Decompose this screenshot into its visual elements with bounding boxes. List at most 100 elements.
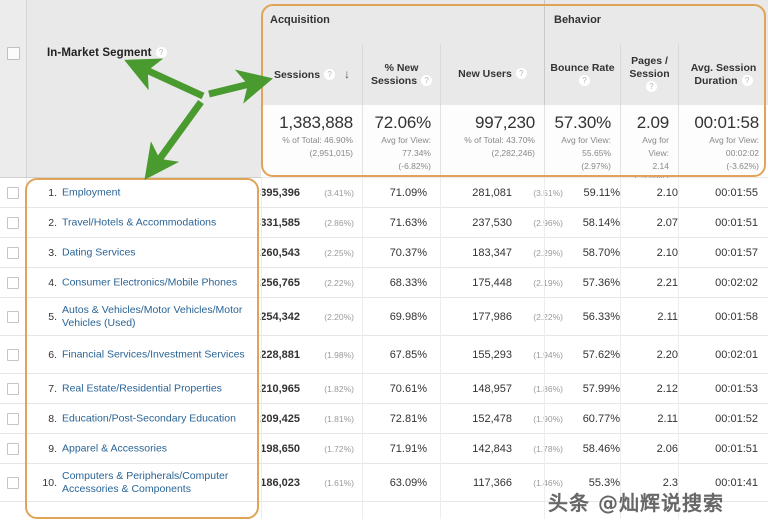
cell-pct-new-sessions: 71.91% xyxy=(389,442,427,455)
cell-new-users: 117,366 xyxy=(473,476,512,489)
row-select-checkbox[interactable] xyxy=(7,276,19,289)
row-select-checkbox[interactable] xyxy=(7,382,19,395)
cell-new-users-percent: (2.19%) xyxy=(533,277,563,288)
row-select-checkbox[interactable] xyxy=(7,476,19,489)
cell-pct-new-sessions: 69.98% xyxy=(389,310,427,323)
cell-sessions-percent: (2.20%) xyxy=(324,311,354,322)
row-select-checkbox[interactable] xyxy=(7,442,19,455)
column-separator xyxy=(620,178,621,519)
cell-new-users: 237,530 xyxy=(472,216,512,229)
cell-sessions: 186,023 xyxy=(260,476,300,489)
cell-new-users: 155,293 xyxy=(472,348,512,361)
cell-pages-session: 2.11 xyxy=(657,412,678,425)
cell-bounce-rate: 59.11% xyxy=(583,186,621,199)
cell-pages-session: 2.10 xyxy=(656,186,678,199)
cell-pct-new-sessions: 72.81% xyxy=(389,412,427,425)
cell-sessions: 209,425 xyxy=(260,412,300,425)
cell-new-users: 148,957 xyxy=(472,382,512,395)
cell-pct-new-sessions: 71.09% xyxy=(389,186,427,199)
cell-sessions-percent: (2.86%) xyxy=(324,217,354,228)
cell-new-users: 281,081 xyxy=(472,186,512,199)
cell-new-users: 142,843 xyxy=(472,442,512,455)
watermark: 头条 @灿辉说搜索 xyxy=(548,491,724,515)
callout-box-metrics-panel xyxy=(261,4,766,177)
cell-pct-new-sessions: 67.85% xyxy=(389,348,427,361)
row-checkbox-cell xyxy=(0,464,27,501)
cell-new-users-percent: (1.90%) xyxy=(533,413,563,424)
cell-pages-session: 2.07 xyxy=(656,216,678,229)
cell-new-users: 175,448 xyxy=(472,276,512,289)
cell-bounce-rate: 58.70% xyxy=(582,246,620,259)
cell-sessions: 395,396 xyxy=(260,186,300,199)
cell-sessions: 260,543 xyxy=(260,246,300,259)
cell-sessions-percent: (1.98%) xyxy=(324,349,354,360)
cell-sessions-percent: (3.41%) xyxy=(324,187,354,198)
dimension-column-header: In-Market Segment? xyxy=(47,47,167,59)
column-separator xyxy=(440,178,441,519)
cell-pages-session: 2.20 xyxy=(656,348,678,361)
cell-new-users: 152,478 xyxy=(472,412,512,425)
cell-avg-session-duration: 00:02:01 xyxy=(715,348,758,361)
cell-bounce-rate: 57.99% xyxy=(582,382,620,395)
cell-pages-session: 2.06 xyxy=(656,442,678,455)
cell-bounce-rate: 56.33% xyxy=(582,310,620,323)
cell-pages-session: 2.10 xyxy=(656,246,678,259)
cell-avg-session-duration: 00:02:02 xyxy=(715,276,758,289)
cell-avg-session-duration: 00:01:52 xyxy=(715,412,758,425)
column-separator xyxy=(544,178,545,519)
cell-pages-session: 2.11 xyxy=(657,310,678,323)
cell-sessions: 331,585 xyxy=(260,216,300,229)
cell-sessions-percent: (1.61%) xyxy=(324,477,354,488)
header-checkbox-column xyxy=(0,0,27,178)
cell-pct-new-sessions: 70.61% xyxy=(389,382,427,395)
cell-new-users-percent: (1.46%) xyxy=(533,477,563,488)
cell-new-users: 183,347 xyxy=(472,246,512,259)
row-checkbox-cell xyxy=(0,434,27,463)
row-checkbox-cell xyxy=(0,268,27,297)
row-select-checkbox[interactable] xyxy=(7,186,19,199)
cell-pages-session: 2.21 xyxy=(656,276,678,289)
row-select-checkbox[interactable] xyxy=(7,216,19,229)
cell-pct-new-sessions: 70.37% xyxy=(389,246,427,259)
cell-new-users-percent: (1.78%) xyxy=(533,443,563,454)
cell-sessions-percent: (2.25%) xyxy=(324,247,354,258)
cell-sessions: 256,765 xyxy=(260,276,300,289)
cell-new-users: 177,986 xyxy=(472,310,512,323)
row-select-checkbox[interactable] xyxy=(7,348,19,361)
row-checkbox-cell xyxy=(0,178,27,207)
cell-avg-session-duration: 00:01:53 xyxy=(715,382,758,395)
cell-new-users-percent: (2.29%) xyxy=(533,247,563,258)
column-separator xyxy=(261,178,262,519)
select-all-checkbox[interactable] xyxy=(7,47,20,60)
row-checkbox-cell xyxy=(0,336,27,373)
cell-bounce-rate: 60.77% xyxy=(582,412,620,425)
cell-new-users-percent: (1.94%) xyxy=(533,349,563,360)
row-checkbox-cell xyxy=(0,404,27,433)
help-icon[interactable]: ? xyxy=(155,47,167,58)
row-select-checkbox[interactable] xyxy=(7,412,19,425)
cell-pct-new-sessions: 68.33% xyxy=(389,276,427,289)
row-checkbox-cell xyxy=(0,238,27,267)
cell-sessions: 254,342 xyxy=(260,310,300,323)
cell-bounce-rate: 57.62% xyxy=(582,348,620,361)
cell-sessions-percent: (1.82%) xyxy=(324,383,354,394)
cell-bounce-rate: 58.14% xyxy=(582,216,620,229)
row-checkbox-cell xyxy=(0,298,27,335)
google-analytics-report-screenshot: In-Market Segment? Acquisition Behavior … xyxy=(0,0,768,528)
row-select-checkbox[interactable] xyxy=(7,310,19,323)
row-select-checkbox[interactable] xyxy=(7,246,19,259)
column-separator xyxy=(362,178,363,519)
cell-sessions-percent: (1.81%) xyxy=(324,413,354,424)
cell-avg-session-duration: 00:01:51 xyxy=(715,216,758,229)
cell-new-users-percent: (1.86%) xyxy=(533,383,563,394)
callout-box-segment-list xyxy=(25,178,259,519)
cell-bounce-rate: 58.46% xyxy=(582,442,620,455)
cell-new-users-percent: (2.22%) xyxy=(533,311,563,322)
cell-pct-new-sessions: 71.63% xyxy=(389,216,427,229)
row-checkbox-cell xyxy=(0,374,27,403)
cell-new-users-percent: (3.51%) xyxy=(533,187,563,198)
cell-new-users-percent: (2.96%) xyxy=(533,217,563,228)
dimension-column-label: In-Market Segment xyxy=(47,47,152,59)
cell-avg-session-duration: 00:01:58 xyxy=(715,310,758,323)
cell-pages-session: 2.12 xyxy=(656,382,678,395)
